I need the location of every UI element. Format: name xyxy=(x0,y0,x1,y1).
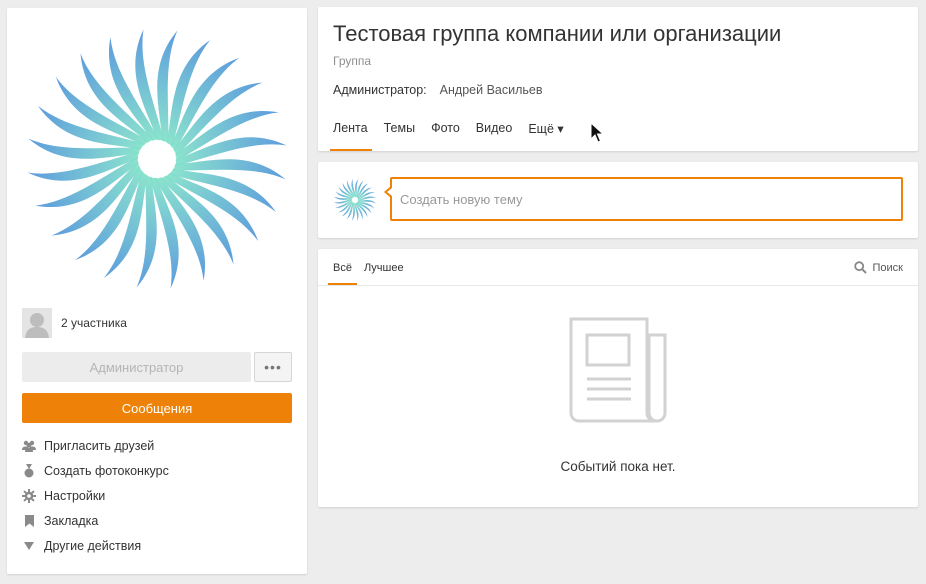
other-actions-label: Другие действия xyxy=(44,539,142,553)
admin-info: Администратор: Андрей Васильев xyxy=(333,83,543,97)
tab-feed[interactable]: Лента xyxy=(330,111,372,151)
composer xyxy=(318,162,918,238)
user-silhouette-icon xyxy=(25,313,49,338)
page-title: Тестовая группа компании или организации xyxy=(333,21,782,46)
group-avatar xyxy=(333,178,377,222)
empty-feed-message: Событий пока нет. xyxy=(560,459,676,474)
photo-contest-label: Создать фотоконкурс xyxy=(44,464,169,478)
tab-more[interactable]: Ещё ▾ xyxy=(525,111,567,151)
bubble-tail-inner xyxy=(387,188,392,196)
admin-button[interactable]: Администратор xyxy=(22,352,251,382)
group-tabs: Лента Темы Фото Видео Ещё ▾ xyxy=(330,111,577,151)
messages-button[interactable]: Сообщения xyxy=(22,393,292,423)
feed-tab-all[interactable]: Всё xyxy=(328,249,357,285)
more-options-button[interactable]: ••• xyxy=(254,352,292,382)
newspaper-icon xyxy=(569,317,667,423)
invite-friends-action[interactable]: Пригласить друзей xyxy=(22,437,154,455)
group-header: Тестовая группа компании или организации… xyxy=(318,7,918,151)
photo-contest-action[interactable]: Создать фотоконкурс xyxy=(22,462,169,480)
bookmark-icon xyxy=(22,514,36,528)
triangle-down-icon xyxy=(22,539,36,553)
settings-action[interactable]: Настройки xyxy=(22,487,105,505)
medal-icon xyxy=(22,464,36,478)
group-logo[interactable] xyxy=(22,24,292,294)
mouse-cursor-icon xyxy=(590,122,604,143)
people-icon xyxy=(22,439,36,453)
group-type-label: Группа xyxy=(333,54,372,68)
other-actions[interactable]: Другие действия xyxy=(22,537,141,555)
search-button[interactable]: Поиск xyxy=(853,261,903,274)
settings-label: Настройки xyxy=(44,489,106,503)
bookmark-label: Закладка xyxy=(44,514,99,528)
gear-icon xyxy=(22,489,36,503)
search-icon xyxy=(853,261,867,274)
members-link[interactable]: 2 участника xyxy=(22,308,127,338)
member-avatar[interactable] xyxy=(22,308,52,338)
invite-friends-label: Пригласить друзей xyxy=(44,439,155,453)
new-topic-input[interactable] xyxy=(390,177,903,221)
admin-label: Администратор: xyxy=(333,83,427,97)
tab-videos[interactable]: Видео xyxy=(473,111,517,151)
tab-photos[interactable]: Фото xyxy=(428,111,464,151)
divider xyxy=(318,285,918,286)
group-sidebar: 2 участника Администратор ••• Сообщения … xyxy=(7,8,307,574)
search-label: Поиск xyxy=(872,261,903,274)
tab-topics[interactable]: Темы xyxy=(381,111,419,151)
members-count: 2 участника xyxy=(61,316,127,330)
feed-tabs: Всё Лучшее xyxy=(328,249,411,285)
admin-name-link[interactable]: Андрей Васильев xyxy=(440,83,543,97)
feed-tab-best[interactable]: Лучшее xyxy=(359,249,409,285)
feed-panel: Всё Лучшее Поиск Событий пока нет. xyxy=(318,249,918,507)
bookmark-action[interactable]: Закладка xyxy=(22,512,98,530)
